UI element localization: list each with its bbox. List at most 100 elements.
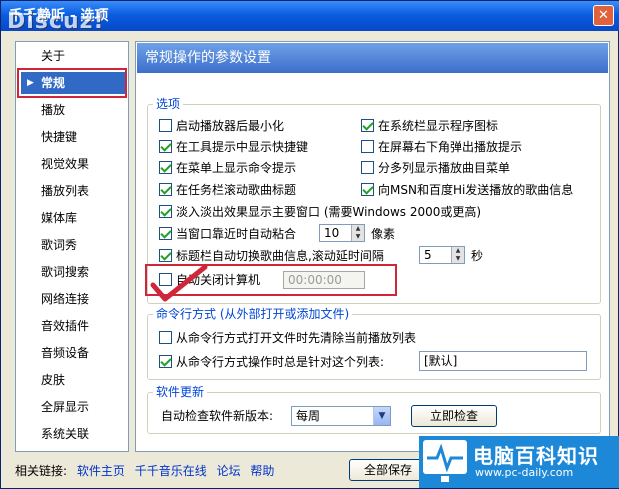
- checkbox-checked-icon: [159, 355, 172, 368]
- sidebar-item-about[interactable]: 关于: [21, 45, 125, 67]
- multi-column-menu-checkbox[interactable]: 分多列显示播放曲目菜单: [361, 159, 510, 177]
- target-playlist-input[interactable]: [默认]: [419, 351, 587, 371]
- link-forum[interactable]: 论坛: [217, 464, 241, 478]
- logo-text: 电脑百科知识: [473, 444, 599, 468]
- link-homepage[interactable]: 软件主页: [77, 464, 125, 478]
- checkbox-icon: [361, 161, 374, 174]
- checkbox-label: 当窗口靠近时自动粘合: [176, 227, 297, 241]
- sidebar-item-playback[interactable]: 播放: [21, 99, 125, 121]
- sidebar-item-library[interactable]: 媒体库: [21, 207, 125, 229]
- checkbox-checked-icon: [159, 205, 172, 218]
- checkbox-label: 启动播放器后最小化: [176, 119, 285, 133]
- sidebar-item-label: 音频设备: [41, 346, 90, 360]
- update-label: 自动检查软件新版本:: [161, 409, 274, 423]
- sidebar-item-label: 全屏显示: [41, 400, 90, 414]
- snap-windows-checkbox[interactable]: 当窗口靠近时自动粘合: [159, 225, 296, 243]
- spinner-arrows-icon[interactable]: ▲ ▼: [351, 225, 364, 241]
- logo-url: www.pc-daily.com: [475, 466, 574, 479]
- close-icon: ✕: [598, 8, 609, 23]
- title-bar[interactable]: 千千静听 - 选项 Discuz! ✕: [1, 1, 619, 34]
- sidebar-item-label: 快捷键: [41, 130, 78, 144]
- checkbox-checked-icon: [361, 183, 374, 196]
- stepper-value: 5: [424, 248, 432, 262]
- scroll-delay-stepper[interactable]: 5 ▲ ▼: [419, 246, 465, 264]
- fade-effect-checkbox[interactable]: 淡入淡出效果显示主要窗口 (需要Windows 2000或更高): [159, 203, 481, 221]
- link-music-online[interactable]: 千千音乐在线: [135, 464, 207, 478]
- sidebar-item-playlist[interactable]: 播放列表: [21, 180, 125, 202]
- monitor-icon: [423, 440, 467, 482]
- sidebar-item-label: 系统关联: [41, 427, 90, 441]
- sidebar-item-label: 皮肤: [41, 373, 66, 387]
- input-value: [默认]: [424, 354, 458, 368]
- minimize-on-start-checkbox[interactable]: 启动播放器后最小化: [159, 117, 284, 135]
- checkbox-label: 从命令行方式打开文件时先清除当前播放列表: [176, 331, 417, 345]
- sidebar-item-label: 视觉效果: [41, 157, 90, 171]
- checkbox-label: 分多列显示播放曲目菜单: [378, 161, 511, 175]
- related-links: 相关链接: 软件主页 千千音乐在线 论坛 帮助: [15, 461, 274, 481]
- save-all-button[interactable]: 全部保存: [349, 459, 427, 481]
- checkbox-checked-icon: [159, 161, 172, 174]
- update-group-label: 软件更新: [153, 385, 208, 399]
- checkbox-label: 在系统栏显示程序图标: [378, 119, 499, 133]
- msn-baidu-checkbox[interactable]: 向MSN和百度Hi发送播放的歌曲信息: [361, 181, 573, 199]
- options-window: 千千静听 - 选项 Discuz! ✕ 关于 ▶ 常规 播放 快捷键 视觉效果 播…: [0, 0, 619, 489]
- options-group-label: 选项: [153, 97, 184, 111]
- sidebar-item-label: 关于: [41, 49, 66, 63]
- select-value: 每周: [296, 409, 321, 423]
- cmdline-group-label: 命令行方式 (从外部打开或添加文件): [153, 307, 353, 321]
- snap-unit-label: 像素: [371, 227, 396, 241]
- scroll-unit-label: 秒: [471, 249, 484, 263]
- sidebar-item-label: 网络连接: [41, 292, 90, 306]
- target-playlist-checkbox[interactable]: 从命令行方式操作时总是针对这个列表:: [159, 353, 384, 371]
- sidebar-item-skin[interactable]: 皮肤: [21, 369, 125, 391]
- button-label: 全部保存: [363, 463, 412, 477]
- tooltip-hotkeys-checkbox[interactable]: 在工具提示中显示快捷键: [159, 138, 308, 156]
- sidebar-item-label: 歌词秀: [41, 238, 78, 252]
- checkbox-icon: [159, 331, 172, 344]
- sidebar-item-lyrics[interactable]: 歌词秀: [21, 234, 125, 256]
- checkbox-label: 在任务栏滚动歌曲标题: [176, 183, 297, 197]
- related-links-label: 相关链接:: [15, 464, 68, 478]
- update-frequency-select[interactable]: 每周 ▼: [291, 406, 391, 426]
- sidebar-item-associations[interactable]: 系统关联: [21, 423, 125, 445]
- watermark-text: Discuz!: [7, 9, 105, 34]
- sidebar-item-label: 媒体库: [41, 211, 78, 225]
- checkbox-label: 在菜单上显示命令提示: [176, 161, 297, 175]
- stepper-value: 10: [324, 226, 340, 240]
- checkbox-checked-icon: [159, 249, 172, 262]
- checkbox-checked-icon: [159, 183, 172, 196]
- highlight-box: [17, 68, 127, 98]
- tray-icon-checkbox[interactable]: 在系统栏显示程序图标: [361, 117, 498, 135]
- sidebar-item-audio-device[interactable]: 音频设备: [21, 342, 125, 364]
- sidebar-item-visual[interactable]: 视觉效果: [21, 153, 125, 175]
- checkbox-label: 淡入淡出效果显示主要窗口 (需要Windows 2000或更高): [176, 205, 482, 219]
- chevron-down-icon[interactable]: ▼: [373, 407, 390, 425]
- checkbox-label: 在工具提示中显示快捷键: [176, 140, 309, 154]
- menu-hints-checkbox[interactable]: 在菜单上显示命令提示: [159, 159, 296, 177]
- sidebar-item-fullscreen[interactable]: 全屏显示: [21, 396, 125, 418]
- page-title: 常规操作的参数设置: [137, 43, 608, 73]
- checkbox-label: 在屏幕右下角弹出播放提示: [378, 140, 523, 154]
- checkbox-checked-icon: [361, 119, 374, 132]
- checkbox-label: 从命令行方式操作时总是针对这个列表:: [176, 355, 385, 369]
- sidebar-item-effects[interactable]: 音效插件: [21, 315, 125, 337]
- sidebar-item-lyrics-search[interactable]: 歌词搜索: [21, 261, 125, 283]
- snap-distance-stepper[interactable]: 10 ▲ ▼: [319, 224, 365, 242]
- sidebar-item-network[interactable]: 网络连接: [21, 288, 125, 310]
- sidebar-item-label: 音效插件: [41, 319, 90, 333]
- checkbox-checked-icon: [159, 140, 172, 153]
- close-button[interactable]: ✕: [593, 5, 614, 26]
- spinner-arrows-icon[interactable]: ▲ ▼: [451, 247, 464, 263]
- clear-playlist-checkbox[interactable]: 从命令行方式打开文件时先清除当前播放列表: [159, 329, 416, 347]
- site-logo: 电脑百科知识 www.pc-daily.com: [419, 436, 619, 488]
- popup-tip-checkbox[interactable]: 在屏幕右下角弹出播放提示: [361, 138, 522, 156]
- check-now-button[interactable]: 立即检查: [411, 405, 497, 427]
- button-label: 立即检查: [429, 409, 478, 423]
- sidebar-item-hotkeys[interactable]: 快捷键: [21, 126, 125, 148]
- link-help[interactable]: 帮助: [250, 464, 274, 478]
- checkbox-label: 向MSN和百度Hi发送播放的歌曲信息: [378, 183, 574, 197]
- taskbar-scroll-checkbox[interactable]: 在任务栏滚动歌曲标题: [159, 181, 296, 199]
- sidebar-item-label: 歌词搜索: [41, 265, 90, 279]
- sidebar-item-label: 播放: [41, 103, 66, 117]
- checkbox-icon: [159, 119, 172, 132]
